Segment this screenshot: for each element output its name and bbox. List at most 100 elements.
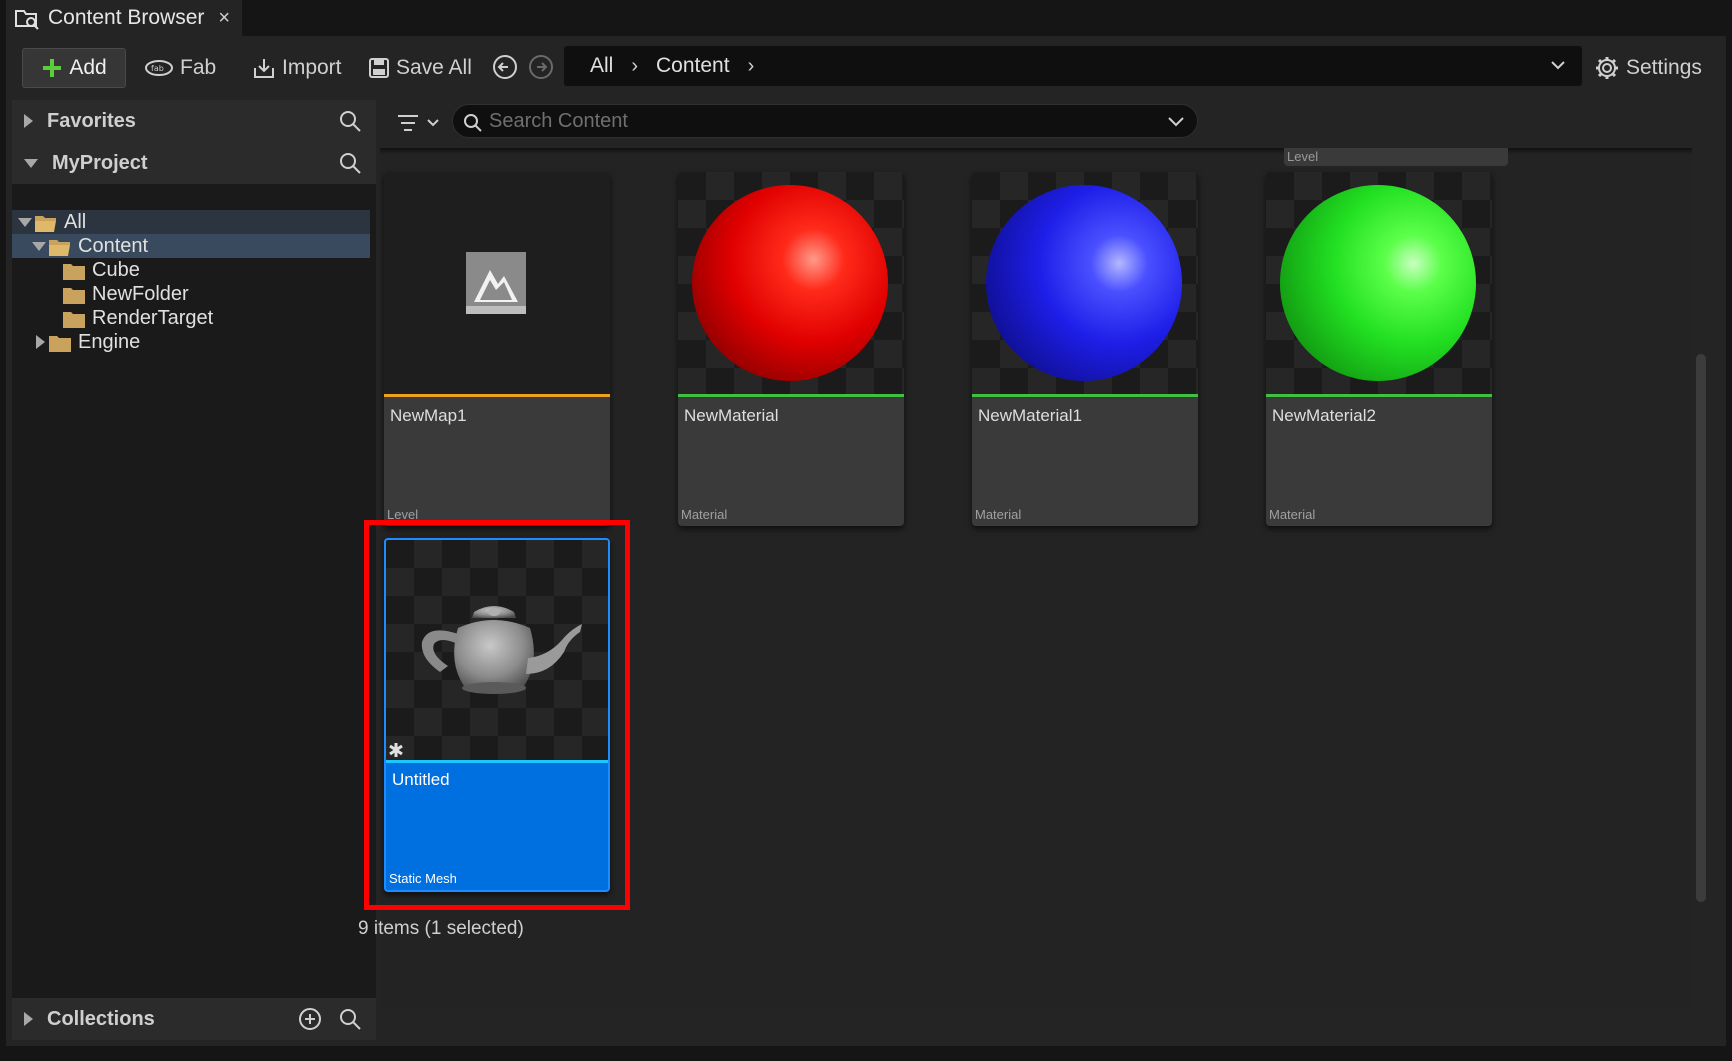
import-button[interactable]: Import <box>252 48 342 88</box>
breadcrumb-separator[interactable]: › <box>631 55 638 78</box>
save-all-label: Save All <box>396 56 472 79</box>
scrollbar-thumb[interactable] <box>1696 354 1706 902</box>
status-text: 9 items (1 selected) <box>358 918 524 939</box>
bottom-strip <box>0 1046 1732 1061</box>
save-icon <box>369 58 389 78</box>
tree-item-newfolder[interactable]: NewFolder <box>12 282 376 306</box>
favorites-label: Favorites <box>47 109 136 132</box>
collapse-arrow-icon[interactable] <box>24 158 38 168</box>
asset-thumbnail <box>678 172 904 394</box>
tree-label: Engine <box>78 331 141 353</box>
breadcrumb-item-all[interactable]: All <box>590 54 613 78</box>
chevron-down-icon[interactable] <box>1548 55 1568 75</box>
tree-item-cube[interactable]: Cube <box>12 258 376 282</box>
tree-label: Content <box>78 235 149 257</box>
material-sphere-blue <box>986 185 1182 381</box>
search-icon[interactable] <box>338 109 362 133</box>
asset-type: Material <box>681 507 728 522</box>
forward-arrow-icon[interactable] <box>528 54 554 80</box>
asset-thumbnail <box>386 540 608 762</box>
asset-name: NewMaterial2 <box>1272 406 1376 425</box>
asset-tile-newmaterial1[interactable]: NewMaterial1 Material <box>972 172 1198 526</box>
tree-label: RenderTarget <box>92 307 214 329</box>
open-folder-icon <box>35 216 56 232</box>
save-all-button[interactable]: Save All <box>368 48 472 88</box>
filter-bar <box>380 100 1720 144</box>
material-sphere-red <box>692 185 888 381</box>
tree-item-content[interactable]: Content <box>12 234 370 258</box>
asset-type-bar <box>678 394 904 397</box>
fab-label: Fab <box>180 56 217 79</box>
asset-type: Material <box>975 507 1022 522</box>
breadcrumb-item-content[interactable]: Content <box>656 54 730 78</box>
import-icon <box>254 59 274 78</box>
filter-icon[interactable] <box>396 112 444 134</box>
tab-content-browser[interactable]: Content Browser × <box>6 0 242 36</box>
add-collection-icon[interactable] <box>298 1007 322 1031</box>
tree-item-engine[interactable]: Engine <box>12 330 376 354</box>
add-label: Add <box>69 56 107 79</box>
chevron-down-icon[interactable] <box>1167 115 1185 129</box>
breadcrumb: All › Content › <box>564 46 1582 86</box>
tree-item-rendertarget[interactable]: RenderTarget <box>12 306 376 330</box>
tree-label: Cube <box>92 259 140 281</box>
tab-title: Content Browser <box>48 6 205 29</box>
asset-tile-newmaterial[interactable]: NewMaterial Material <box>678 172 904 526</box>
collections-header[interactable]: Collections <box>12 998 376 1040</box>
open-folder-icon <box>49 240 70 256</box>
asset-name: NewMap1 <box>390 406 467 425</box>
unsaved-asterisk-icon <box>389 743 403 757</box>
expand-arrow-icon[interactable] <box>36 335 45 349</box>
add-button[interactable]: Add <box>22 48 126 88</box>
asset-thumbnail <box>972 172 1198 394</box>
search-input[interactable] <box>489 109 1149 133</box>
fab-icon: fab <box>145 60 173 76</box>
collapse-arrow-icon[interactable] <box>18 218 32 227</box>
asset-type: Level <box>387 507 419 522</box>
favorites-header[interactable]: Favorites <box>12 100 376 142</box>
svg-text:fab: fab <box>151 64 164 73</box>
asset-tile-newmaterial2[interactable]: NewMaterial2 Material <box>1266 172 1492 526</box>
asset-tile-untitled[interactable]: Untitled Static Mesh <box>384 538 610 892</box>
myproject-header[interactable]: MyProject <box>12 142 376 184</box>
asset-name: NewMaterial <box>684 406 779 425</box>
asset-type: Static Mesh <box>389 871 457 886</box>
plus-icon <box>43 59 62 77</box>
import-label: Import <box>282 56 342 79</box>
asset-thumbnail <box>384 172 610 394</box>
asset-grid: Level NewMap1 Level NewMaterial Material <box>380 148 1692 1008</box>
tree-label: All <box>64 211 87 233</box>
breadcrumb-separator[interactable]: › <box>748 55 755 78</box>
settings-label: Settings <box>1626 56 1702 79</box>
folder-icon <box>63 288 85 304</box>
level-icon <box>466 252 526 314</box>
asset-name: NewMaterial1 <box>978 406 1082 425</box>
asset-tile-newmap1[interactable]: NewMap1 Level <box>384 172 610 526</box>
search-icon[interactable] <box>338 1007 362 1031</box>
fab-button[interactable]: fab Fab <box>144 48 216 88</box>
settings-button[interactable]: Settings <box>1594 48 1702 88</box>
folder-tree: All Content Cube NewFolder RenderTarget … <box>12 210 376 354</box>
search-box <box>452 104 1198 138</box>
folder-icon <box>63 312 85 328</box>
expand-arrow-icon[interactable] <box>24 114 33 128</box>
back-arrow-icon[interactable] <box>492 54 518 80</box>
asset-tile-partial[interactable]: Level <box>1284 148 1508 166</box>
asset-type-bar <box>972 394 1198 397</box>
asset-type: Material <box>1269 507 1316 522</box>
search-icon[interactable] <box>338 151 362 175</box>
asset-type-bar <box>384 394 610 397</box>
expand-arrow-icon[interactable] <box>24 1012 33 1026</box>
search-icon <box>464 114 482 132</box>
collections-label: Collections <box>47 1007 155 1030</box>
asset-type-bar <box>386 760 608 763</box>
collapse-arrow-icon[interactable] <box>32 242 46 251</box>
tab-bar: Content Browser × <box>0 0 1732 36</box>
tree-item-all[interactable]: All <box>12 210 370 234</box>
close-icon[interactable]: × <box>218 7 230 30</box>
gear-icon <box>1596 57 1618 79</box>
content-browser-icon <box>15 10 39 30</box>
folder-icon <box>49 336 71 352</box>
teapot-mesh-icon <box>421 606 582 694</box>
asset-type-bar <box>1266 394 1492 397</box>
